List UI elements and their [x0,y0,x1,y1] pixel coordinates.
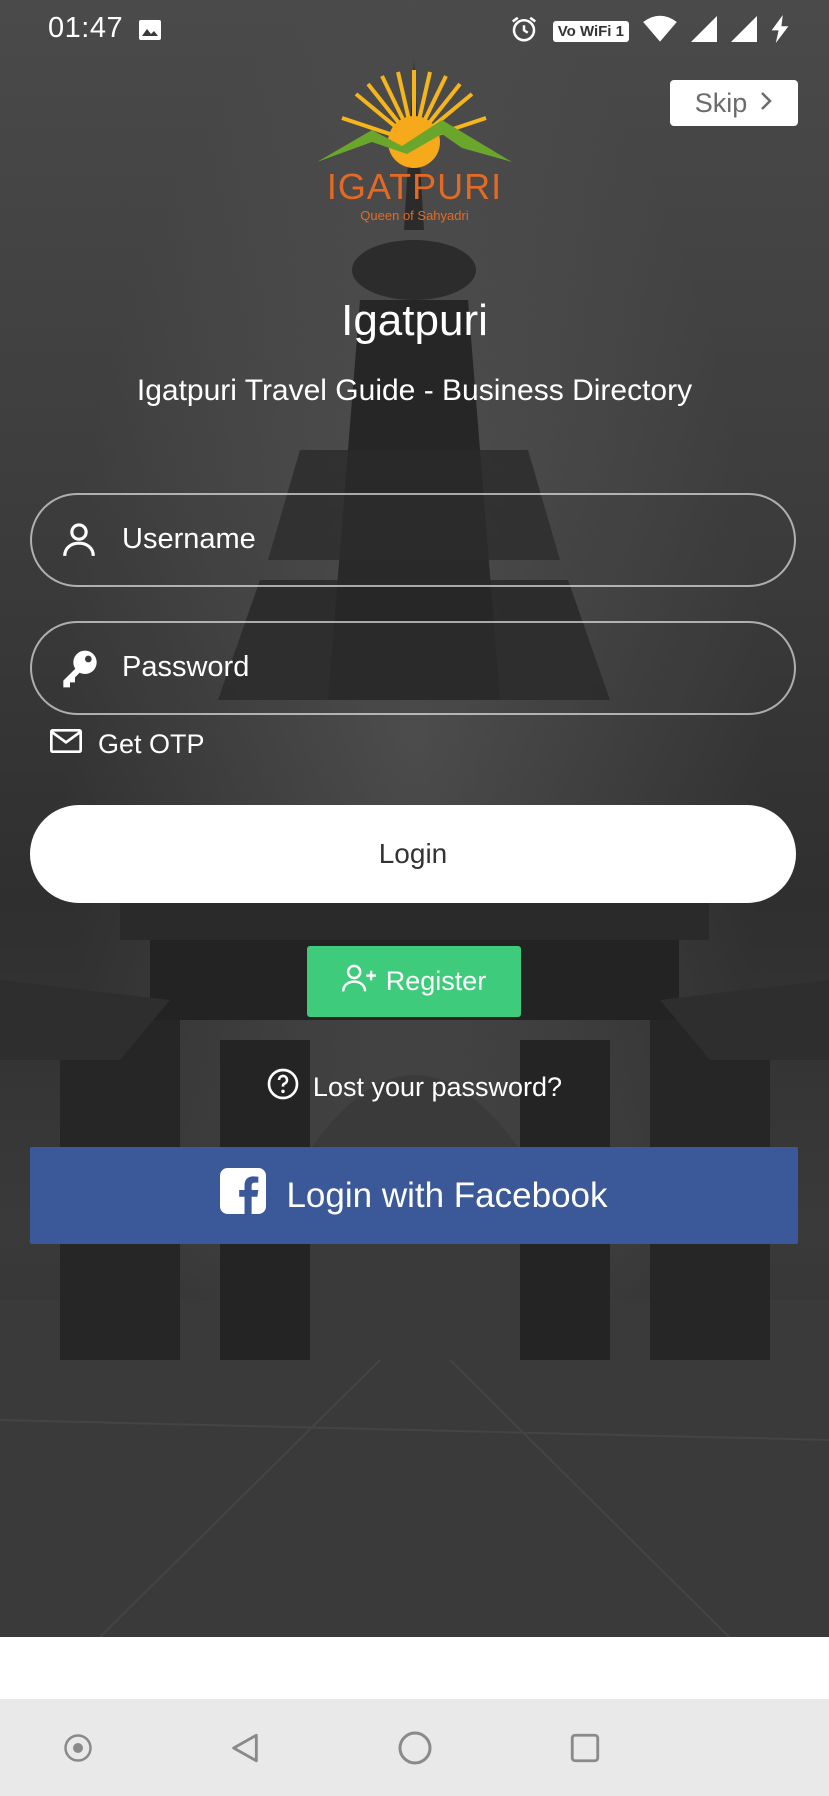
home-icon[interactable] [390,1723,440,1773]
username-placeholder: Username [122,523,256,555]
status-time: 01:47 [48,12,124,44]
skip-label: Skip [694,87,748,118]
get-otp-label: Get OTP [98,729,205,759]
lost-password-link[interactable]: Lost your password? [0,1068,829,1107]
sun-mountain-icon [317,70,512,168]
facebook-icon [220,1168,267,1223]
logo-tagline: Queen of Sahyadri [360,208,469,223]
register-button[interactable]: Register [307,946,521,1017]
page-subtitle: Igatpuri Travel Guide - Business Directo… [136,374,693,407]
question-circle-icon [267,1068,299,1107]
back-icon[interactable] [220,1723,270,1773]
image-icon [138,18,162,47]
register-label: Register [385,966,487,996]
bottom-spacer [0,1637,829,1699]
get-otp-link[interactable]: Get OTP [50,728,205,761]
user-icon [60,521,98,559]
charging-icon [771,15,789,48]
status-bar: 01:47 Vo WiFi 1 [0,0,829,62]
chevron-right-icon [759,88,773,119]
wifi-icon [643,15,677,48]
login-label: Login [378,838,448,869]
recents-icon[interactable] [560,1723,610,1773]
password-field[interactable]: Password [30,621,796,715]
signal-icon [691,16,717,47]
signal-icon [731,16,757,47]
skip-button[interactable]: Skip [670,80,798,126]
facebook-login-button[interactable]: Login with Facebook [30,1147,798,1244]
add-user-icon [341,963,376,1000]
status-icons: Vo WiFi 1 [509,14,789,49]
network-badge: Vo WiFi 1 [552,21,629,42]
logo-name: IGATPURI [326,166,503,207]
username-field[interactable]: Username [30,493,796,587]
key-icon [60,649,98,688]
app-logo: IGATPURI Queen of Sahyadri [312,62,517,232]
alarm-icon [509,14,539,49]
login-screen: 01:47 Vo WiFi 1 Skip IGATPURI Queen of S… [0,0,829,1796]
facebook-login-label: Login with Facebook [286,1175,608,1215]
system-nav-bar [0,1699,829,1796]
password-placeholder: Password [122,651,250,683]
lost-password-label: Lost your password? [312,1072,563,1102]
page-title: Igatpuri [341,296,488,345]
assistant-icon[interactable] [53,1723,103,1773]
login-button[interactable]: Login [30,805,796,903]
envelope-icon [50,728,82,761]
